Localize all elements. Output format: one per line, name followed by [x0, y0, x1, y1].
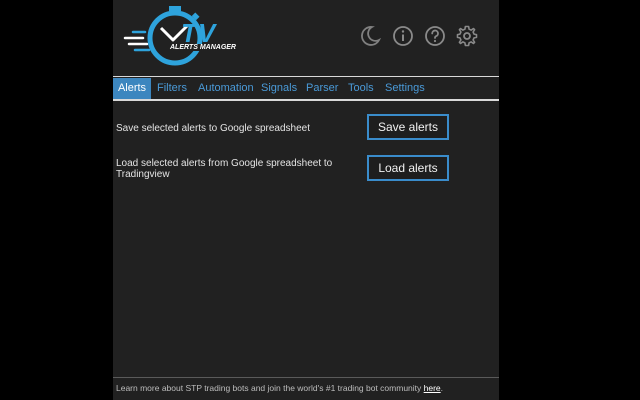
tab-alerts[interactable]: Alerts: [113, 78, 151, 99]
tab-parser[interactable]: Parser: [306, 78, 338, 99]
gear-icon: [456, 25, 478, 47]
tab-automation[interactable]: Automation: [198, 78, 254, 99]
tab-tools[interactable]: Tools: [348, 78, 374, 99]
tab-filters[interactable]: Filters: [157, 78, 187, 99]
tab-bar: Alerts Filters Automation Signals Parser…: [113, 76, 499, 101]
footer-suffix: .: [440, 383, 444, 393]
app-logo: TV ALERTS MANAGER: [123, 2, 237, 68]
extension-panel: TV ALERTS MANAGER Alerts Filters Automat…: [113, 0, 499, 400]
footer: Learn more about STP trading bots and jo…: [113, 377, 499, 400]
load-alerts-button[interactable]: Load alerts: [367, 155, 449, 181]
stopwatch-logo-icon: [123, 6, 203, 66]
save-alerts-button[interactable]: Save alerts: [367, 114, 449, 140]
community-link[interactable]: here: [424, 383, 441, 393]
footer-text: Learn more about STP trading bots and jo…: [116, 379, 443, 397]
settings-button[interactable]: [455, 24, 479, 48]
load-description: Load selected alerts from Google spreads…: [116, 158, 333, 180]
tab-signals[interactable]: Signals: [261, 78, 297, 99]
dark-mode-toggle[interactable]: [358, 24, 382, 48]
help-button[interactable]: [423, 24, 447, 48]
logo-subtitle: ALERTS MANAGER: [169, 44, 237, 51]
help-icon: [425, 26, 445, 46]
moon-icon: [361, 26, 382, 46]
info-button[interactable]: [391, 24, 415, 48]
tab-settings[interactable]: Settings: [385, 78, 425, 99]
save-description: Save selected alerts to Google spreadshe…: [116, 123, 311, 134]
info-icon: [393, 26, 413, 46]
footer-message: Learn more about STP trading bots and jo…: [116, 383, 424, 393]
